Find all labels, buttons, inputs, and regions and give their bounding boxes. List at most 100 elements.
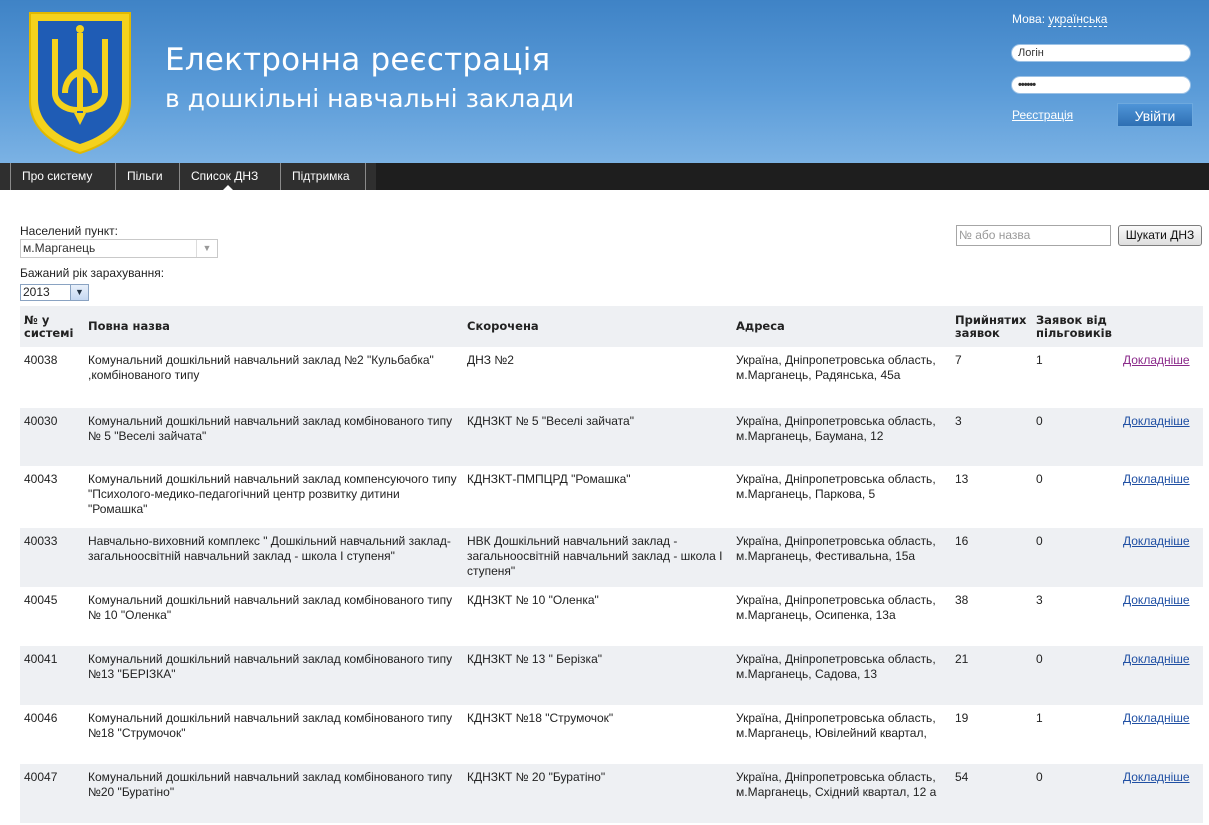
nav-item-about[interactable]: Про систему bbox=[10, 163, 113, 190]
details-link[interactable]: Докладніше bbox=[1123, 652, 1190, 666]
table-row: 40045 Комунальний дошкільний навчальний … bbox=[20, 587, 1203, 646]
table-header-row: № у системі Повна назва Скорочена Адреса… bbox=[20, 306, 1203, 347]
cell-full-name: Комунальний дошкільний навчальний заклад… bbox=[84, 705, 463, 764]
cell-privileged: 1 bbox=[1032, 347, 1119, 408]
cell-privileged: 0 bbox=[1032, 764, 1119, 823]
nav-bar: Про систему Пільги Список ДНЗ Підтримка bbox=[0, 163, 376, 190]
cell-id: 40033 bbox=[20, 528, 84, 587]
details-link[interactable]: Докладніше bbox=[1123, 593, 1190, 607]
city-label: Населений пункт: bbox=[20, 224, 118, 238]
table-row: 40038 Комунальний дошкільний навчальний … bbox=[20, 347, 1203, 408]
cell-accepted: 7 bbox=[951, 347, 1032, 408]
table-row: 40046 Комунальний дошкільний навчальний … bbox=[20, 705, 1203, 764]
cell-full-name: Комунальний дошкільний навчальний заклад… bbox=[84, 646, 463, 705]
cell-full-name: Навчально-виховний комплекс " Дошкільний… bbox=[84, 528, 463, 587]
cell-privileged: 3 bbox=[1032, 587, 1119, 646]
city-select[interactable]: м.Марганець ▼ bbox=[20, 239, 218, 258]
cell-address: Україна, Дніпропетровська область, м.Мар… bbox=[732, 528, 951, 587]
details-link[interactable]: Докладніше bbox=[1123, 770, 1190, 784]
column-header-id[interactable]: № у системі bbox=[20, 306, 84, 347]
cell-short-name: КДНЗКТ № 13 " Берізка" bbox=[463, 646, 732, 705]
cell-short-name: КДНЗКТ № 20 "Буратіно" bbox=[463, 764, 732, 823]
cell-privileged: 0 bbox=[1032, 646, 1119, 705]
cell-address: Україна, Дніпропетровська область, м.Мар… bbox=[732, 764, 951, 823]
cell-full-name: Комунальний дошкільний навчальний заклад… bbox=[84, 587, 463, 646]
kindergarten-table: № у системі Повна назва Скорочена Адреса… bbox=[20, 306, 1203, 823]
details-link[interactable]: Докладніше bbox=[1123, 534, 1190, 548]
cell-address: Україна, Дніпропетровська область, м.Мар… bbox=[732, 646, 951, 705]
column-header-details bbox=[1119, 306, 1203, 347]
cell-id: 40046 bbox=[20, 705, 84, 764]
cell-full-name: Комунальний дошкільний навчальний заклад… bbox=[84, 408, 463, 466]
cell-short-name: КДНЗКТ-ПМПЦРД "Ромашка" bbox=[463, 466, 732, 528]
search-input[interactable]: № або назва bbox=[956, 225, 1111, 246]
cell-id: 40047 bbox=[20, 764, 84, 823]
table-row: 40047 Комунальний дошкільний навчальний … bbox=[20, 764, 1203, 823]
site-subtitle: в дошкільні навчальні заклади bbox=[165, 84, 575, 113]
cell-id: 40045 bbox=[20, 587, 84, 646]
cell-privileged: 0 bbox=[1032, 528, 1119, 587]
year-label: Бажаний рік зарахування: bbox=[20, 266, 165, 280]
main-nav: Про систему Пільги Список ДНЗ Підтримка bbox=[0, 163, 1209, 190]
column-header-address[interactable]: Адреса bbox=[732, 306, 951, 347]
cell-short-name: КДНЗКТ № 10 "Оленка" bbox=[463, 587, 732, 646]
cell-full-name: Комунальний дошкільний навчальний заклад… bbox=[84, 466, 463, 528]
column-header-accepted[interactable]: Прийнятих заявок bbox=[951, 306, 1032, 347]
details-link[interactable]: Докладніше bbox=[1123, 472, 1190, 486]
cell-accepted: 54 bbox=[951, 764, 1032, 823]
cell-accepted: 38 bbox=[951, 587, 1032, 646]
login-button[interactable]: Увійти bbox=[1117, 103, 1193, 127]
cell-accepted: 21 bbox=[951, 646, 1032, 705]
register-link[interactable]: Реєстрація bbox=[1012, 108, 1073, 122]
chevron-down-icon: ▼ bbox=[70, 285, 88, 300]
cell-accepted: 13 bbox=[951, 466, 1032, 528]
nav-item-support[interactable]: Підтримка bbox=[280, 163, 366, 190]
city-value: м.Марганець bbox=[23, 241, 96, 255]
year-select[interactable]: 2013 ▼ bbox=[20, 284, 89, 301]
cell-address: Україна, Дніпропетровська область, м.Мар… bbox=[732, 587, 951, 646]
details-link[interactable]: Докладніше bbox=[1123, 414, 1190, 428]
site-title: Електронна реєстрація bbox=[165, 42, 551, 78]
details-link[interactable]: Докладніше bbox=[1123, 353, 1190, 367]
cell-accepted: 16 bbox=[951, 528, 1032, 587]
table-row: 40033 Навчально-виховний комплекс " Дошк… bbox=[20, 528, 1203, 587]
column-header-short-name[interactable]: Скорочена bbox=[463, 306, 732, 347]
details-link[interactable]: Докладніше bbox=[1123, 711, 1190, 725]
cell-privileged: 1 bbox=[1032, 705, 1119, 764]
cell-short-name: НВК Дошкільний навчальний заклад - загал… bbox=[463, 528, 732, 587]
cell-id: 40041 bbox=[20, 646, 84, 705]
cell-short-name: ДНЗ №2 bbox=[463, 347, 732, 408]
cell-accepted: 19 bbox=[951, 705, 1032, 764]
language-label: Мова: bbox=[1012, 12, 1046, 26]
nav-item-benefits[interactable]: Пільги bbox=[115, 163, 177, 190]
chevron-down-icon: ▼ bbox=[196, 240, 217, 257]
coat-of-arms-icon bbox=[29, 12, 131, 155]
password-input[interactable]: •••••• bbox=[1011, 76, 1191, 94]
active-tab-indicator bbox=[222, 185, 234, 191]
site-header: Електронна реєстрація в дошкільні навчал… bbox=[0, 0, 1209, 163]
cell-id: 40038 bbox=[20, 347, 84, 408]
language-link[interactable]: українська bbox=[1048, 12, 1108, 27]
search-button[interactable]: Шукати ДНЗ bbox=[1118, 225, 1202, 246]
cell-id: 40030 bbox=[20, 408, 84, 466]
cell-address: Україна, Дніпропетровська область, м.Мар… bbox=[732, 705, 951, 764]
cell-address: Україна, Дніпропетровська область, м.Мар… bbox=[732, 408, 951, 466]
cell-full-name: Комунальний дошкільний навчальний заклад… bbox=[84, 764, 463, 823]
cell-privileged: 0 bbox=[1032, 408, 1119, 466]
cell-full-name: Комунальний дошкільний навчальний заклад… bbox=[84, 347, 463, 408]
cell-id: 40043 bbox=[20, 466, 84, 528]
login-input[interactable]: Логін bbox=[1011, 44, 1191, 62]
cell-privileged: 0 bbox=[1032, 466, 1119, 528]
cell-short-name: КДНЗКТ №18 "Струмочок" bbox=[463, 705, 732, 764]
table-row: 40043 Комунальний дошкільний навчальний … bbox=[20, 466, 1203, 528]
cell-short-name: КДНЗКТ № 5 "Веселі зайчата" bbox=[463, 408, 732, 466]
column-header-privileged[interactable]: Заявок від пільговиків bbox=[1032, 306, 1119, 347]
year-value: 2013 bbox=[23, 285, 50, 299]
table-row: 40030 Комунальний дошкільний навчальний … bbox=[20, 408, 1203, 466]
cell-address: Україна, Дніпропетровська область, м.Мар… bbox=[732, 466, 951, 528]
column-header-full-name[interactable]: Повна назва bbox=[84, 306, 463, 347]
cell-address: Україна, Дніпропетровська область, м.Мар… bbox=[732, 347, 951, 408]
table-row: 40041 Комунальний дошкільний навчальний … bbox=[20, 646, 1203, 705]
cell-accepted: 3 bbox=[951, 408, 1032, 466]
language-selector: Мова: українська bbox=[1012, 12, 1108, 27]
